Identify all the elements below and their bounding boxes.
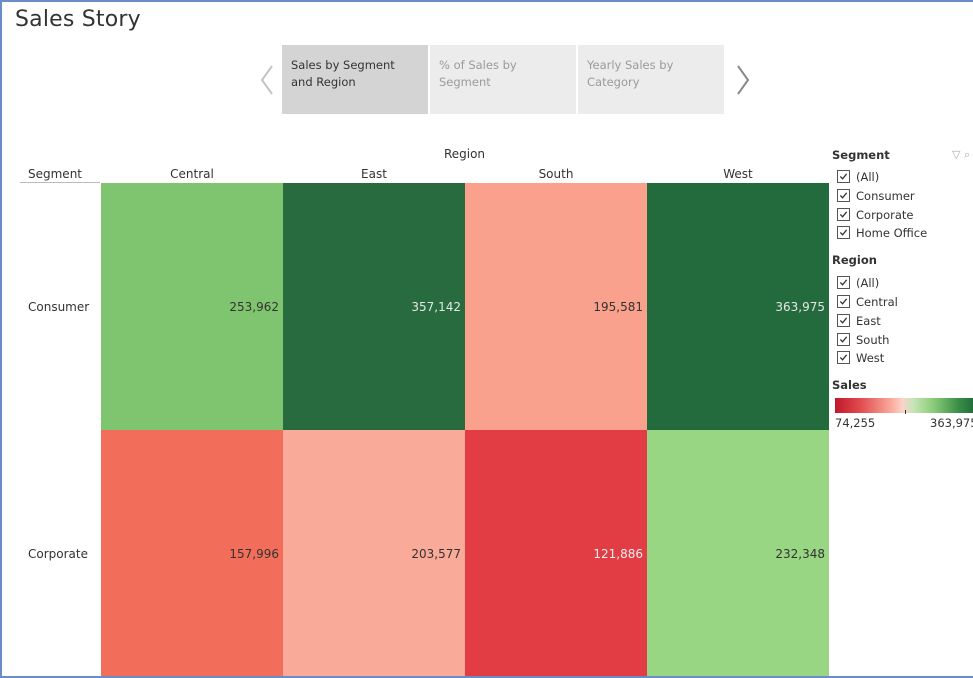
story-point-label: Sales by Segment and Region — [291, 58, 395, 89]
story-point-label: Yearly Sales by Category — [587, 58, 674, 89]
chevron-left-icon — [260, 65, 273, 95]
checkmark-icon — [839, 173, 848, 180]
cell-value: 232,348 — [775, 546, 825, 561]
segment-filter-title: Segment — [832, 148, 890, 162]
cell-value: 203,577 — [411, 546, 461, 561]
row-header-corporate: Corporate — [28, 547, 88, 561]
cell-value: 195,581 — [593, 299, 643, 314]
checkmark-icon — [839, 354, 848, 361]
chevron-right-icon — [737, 65, 750, 95]
cell-value: 363,975 — [775, 299, 825, 314]
checkbox[interactable] — [837, 208, 850, 221]
column-header-west: West — [723, 167, 753, 181]
checkbox[interactable] — [837, 314, 850, 327]
option-label: Central — [856, 294, 898, 309]
row-header-consumer: Consumer — [28, 300, 90, 314]
legend-midpoint-tick — [905, 410, 906, 414]
region-option-west[interactable]: West — [837, 349, 884, 366]
story-point-label: % of Sales by Segment — [439, 58, 517, 89]
checkbox[interactable] — [837, 189, 850, 202]
option-label: South — [856, 332, 890, 347]
heatmap-cell[interactable]: 157,996 — [101, 430, 283, 676]
checkbox[interactable] — [837, 333, 850, 346]
cell-value: 121,886 — [593, 546, 643, 561]
heatmap-cell[interactable]: 232,348 — [647, 430, 829, 676]
column-header-central: Central — [170, 167, 214, 181]
segment-option-all[interactable]: (All) — [837, 168, 879, 185]
region-option-south[interactable]: South — [837, 331, 889, 348]
option-label: (All) — [856, 275, 880, 290]
segment-option-corporate[interactable]: Corporate — [837, 206, 914, 223]
checkbox[interactable] — [837, 170, 850, 183]
region-option-east[interactable]: East — [837, 312, 881, 329]
checkmark-icon — [839, 279, 848, 286]
cell-value: 253,962 — [229, 299, 279, 314]
cell-value: 357,142 — [411, 299, 461, 314]
checkbox[interactable] — [837, 226, 850, 239]
legend-max-label: 363,975 — [930, 416, 973, 430]
segment-option-home-office[interactable]: Home Office — [837, 224, 927, 241]
checkbox[interactable] — [837, 351, 850, 364]
checkbox[interactable] — [837, 295, 850, 308]
header-divider — [20, 182, 100, 183]
heatmap-cell[interactable]: 253,962 — [101, 183, 283, 430]
filter-icon[interactable]: ▽ — [952, 148, 960, 161]
story-title: Sales Story — [15, 7, 141, 32]
option-label: (All) — [856, 169, 880, 184]
segment-option-consumer[interactable]: Consumer — [837, 187, 915, 204]
story-point-2[interactable]: % of Sales by Segment — [430, 45, 576, 114]
story-point-1[interactable]: Sales by Segment and Region — [282, 45, 428, 114]
checkmark-icon — [839, 192, 848, 199]
option-label: Corporate — [856, 207, 914, 222]
option-label: East — [856, 313, 881, 328]
checkmark-icon — [839, 298, 848, 305]
nav-next-button[interactable] — [733, 62, 753, 98]
sales-color-legend — [835, 398, 973, 413]
segment-header: Segment — [28, 167, 82, 181]
heatmap-cell[interactable]: 363,975 — [647, 183, 829, 430]
checkbox[interactable] — [837, 276, 850, 289]
heatmap-cell[interactable]: 357,142 — [283, 183, 465, 430]
cell-value: 157,996 — [229, 546, 279, 561]
region-header: Region — [443, 147, 486, 161]
search-icon[interactable]: ⌕ — [964, 148, 970, 161]
nav-prev-button[interactable] — [257, 62, 277, 98]
heatmap-cell[interactable]: 121,886 — [465, 430, 647, 676]
region-option-central[interactable]: Central — [837, 293, 898, 310]
option-label: Consumer — [856, 188, 915, 203]
story-point-3[interactable]: Yearly Sales by Category — [578, 45, 724, 114]
option-label: West — [856, 350, 885, 365]
checkmark-icon — [839, 336, 848, 343]
region-option-all[interactable]: (All) — [837, 274, 879, 291]
column-header-east: East — [361, 167, 387, 181]
story-frame: Sales Story Sales by Segment and Region … — [0, 0, 973, 678]
column-header-south: South — [538, 167, 574, 181]
sales-legend-title: Sales — [832, 378, 867, 392]
legend-min-label: 74,255 — [835, 416, 876, 430]
heatmap-cell[interactable]: 195,581 — [465, 183, 647, 430]
checkmark-icon — [839, 317, 848, 324]
option-label: Home Office — [856, 225, 928, 240]
region-filter-title: Region — [832, 253, 877, 267]
heatmap-cell[interactable]: 203,577 — [283, 430, 465, 676]
checkmark-icon — [839, 211, 848, 218]
filter-toolbar: ▽ ⌕ — [952, 148, 970, 162]
checkmark-icon — [839, 229, 848, 236]
